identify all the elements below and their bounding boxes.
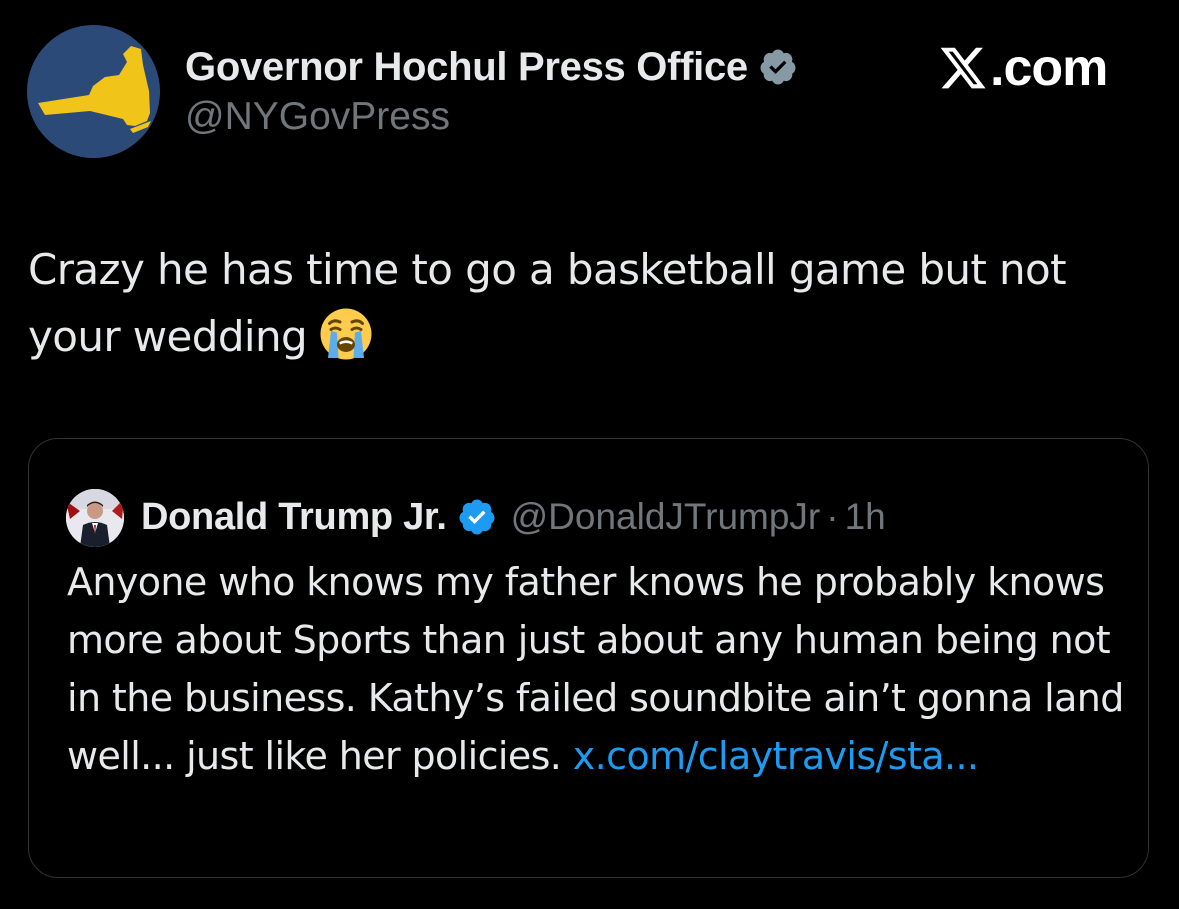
verified-badge-icon[interactable] — [457, 497, 497, 537]
new-york-state-map-logo — [27, 25, 160, 158]
tweet-text: Crazy he has time to go a basketball gam… — [28, 236, 1148, 370]
quoted-tweet-link[interactable]: x.com/claytravis/sta... — [573, 734, 979, 778]
quoted-author-avatar[interactable] — [66, 489, 124, 547]
quoted-author-handle[interactable]: @DonaldJTrumpJr — [511, 496, 821, 538]
x-com-watermark: .com — [938, 38, 1108, 98]
author-avatar[interactable] — [27, 25, 160, 158]
verified-badge-icon[interactable] — [758, 47, 798, 87]
loudly-crying-face-emoji — [320, 308, 372, 360]
x-logo-icon — [940, 47, 986, 89]
watermark-text: .com — [990, 39, 1108, 97]
tweet-body: Crazy he has time to go a basketball gam… — [28, 245, 1067, 361]
author-handle[interactable]: @NYGovPress — [185, 95, 450, 139]
quoted-tweet-card[interactable]: Donald Trump Jr. @DonaldJTrumpJr · 1h An… — [28, 438, 1149, 878]
separator-dot: · — [826, 496, 839, 537]
author-name-row: Governor Hochul Press Office — [185, 42, 798, 92]
profile-photo — [66, 489, 124, 547]
quoted-tweet-text: Anyone who knows my father knows he prob… — [67, 553, 1127, 785]
author-display-name[interactable]: Governor Hochul Press Office — [185, 45, 748, 90]
quoted-tweet-header: Donald Trump Jr. @DonaldJTrumpJr · 1h — [141, 487, 886, 547]
quoted-tweet-timestamp[interactable]: 1h — [845, 496, 886, 538]
quoted-author-display-name[interactable]: Donald Trump Jr. — [141, 496, 447, 539]
